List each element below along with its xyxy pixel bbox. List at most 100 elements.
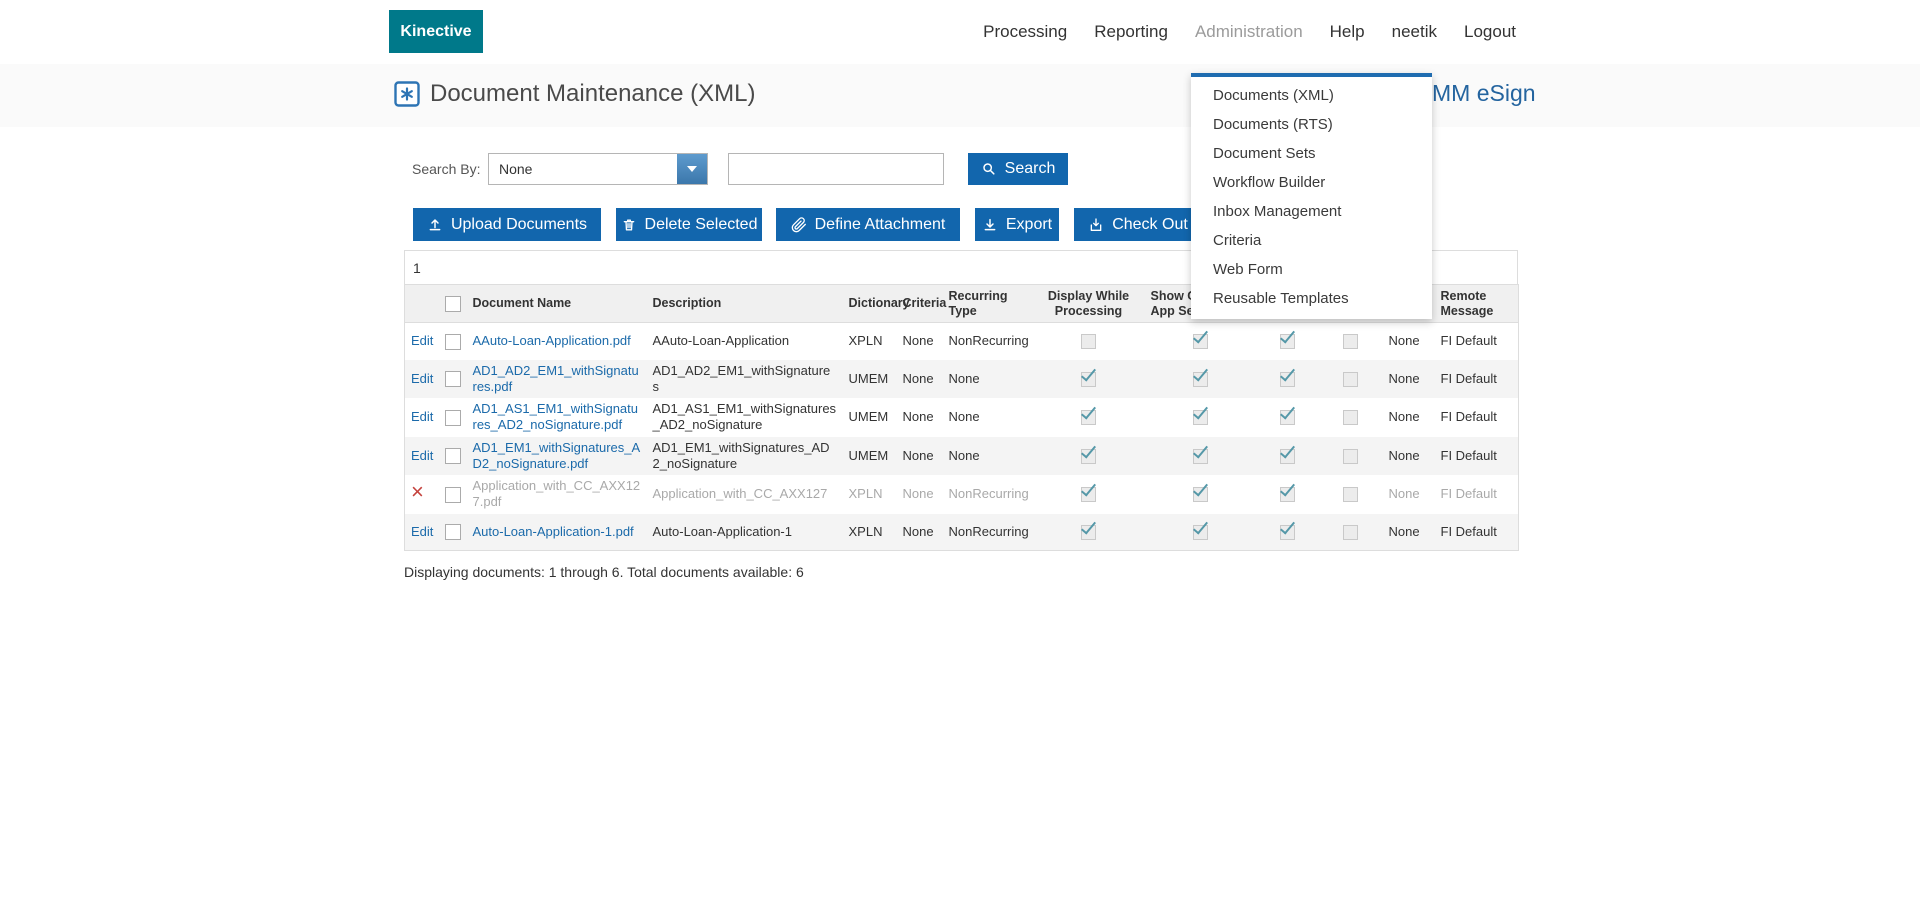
status-cell: None <box>1383 398 1435 437</box>
checked-icon <box>1081 372 1096 387</box>
check-out-button[interactable]: Check Out <box>1074 208 1202 241</box>
edit-link[interactable]: Edit <box>411 333 433 348</box>
menu-item-inbox-management[interactable]: Inbox Management <box>1191 197 1432 226</box>
page-number[interactable]: 1 <box>413 260 421 276</box>
page-title: Document Maintenance (XML) <box>430 80 755 108</box>
define-attachment-label: Define Attachment <box>815 216 946 234</box>
nav-user-neetik[interactable]: neetik <box>1392 22 1437 42</box>
delete-selected-button[interactable]: Delete Selected <box>616 208 762 241</box>
col-header-criteria: Criteria <box>897 285 943 323</box>
unchecked-checkbox <box>1343 410 1358 425</box>
check-out-label: Check Out <box>1112 216 1188 234</box>
menu-item-web-form[interactable]: Web Form <box>1191 255 1432 284</box>
menu-item-document-sets[interactable]: Document Sets <box>1191 139 1432 168</box>
nav-processing[interactable]: Processing <box>983 22 1067 42</box>
esign-brand: MM eSign <box>1432 80 1536 107</box>
checked-icon <box>1193 525 1208 540</box>
checked-icon <box>1193 372 1208 387</box>
description-cell: AD1_AD2_EM1_withSignatures <box>647 360 843 399</box>
row-checkbox[interactable] <box>445 448 461 464</box>
col-header-document-name: Document Name <box>467 285 647 323</box>
dictionary-cell: XPLN <box>843 514 897 551</box>
checked-icon <box>1280 410 1295 425</box>
recurring-type-cell: NonRecurring <box>943 475 1033 514</box>
menu-item-documents-xml[interactable]: Documents (XML) <box>1191 81 1432 110</box>
col-header-select <box>439 285 467 323</box>
edit-link[interactable]: Edit <box>411 448 433 463</box>
upload-documents-button[interactable]: Upload Documents <box>413 208 601 241</box>
dictionary-cell: UMEM <box>843 360 897 399</box>
col-header-recurring-type: Recurring Type <box>943 285 1033 323</box>
unchecked-checkbox <box>1343 525 1358 540</box>
search-input[interactable] <box>728 153 944 185</box>
criteria-cell: None <box>897 475 943 514</box>
select-all-checkbox[interactable] <box>445 296 461 312</box>
menu-item-reusable-templates[interactable]: Reusable Templates <box>1191 284 1432 313</box>
description-cell: Application_with_CC_AXX127 <box>647 475 843 514</box>
document-name-link[interactable]: AD1_EM1_withSignatures_AD2_noSignature.p… <box>473 440 641 471</box>
checked-icon <box>1081 449 1096 464</box>
row-checkbox[interactable] <box>445 524 461 540</box>
checked-icon <box>1081 525 1096 540</box>
recurring-type-cell: None <box>943 360 1033 399</box>
menu-accent-bar <box>1191 73 1432 77</box>
row-checkbox[interactable] <box>445 487 461 503</box>
table-body: Edit AAuto-Loan-Application.pdf AAuto-Loan… <box>405 323 1519 551</box>
search-button[interactable]: Search <box>968 153 1068 185</box>
nav-reporting[interactable]: Reporting <box>1094 22 1168 42</box>
menu-item-documents-rts[interactable]: Documents (RTS) <box>1191 110 1432 139</box>
unchecked-checkbox <box>1081 334 1096 349</box>
checked-icon <box>1081 410 1096 425</box>
row-checkbox[interactable] <box>445 410 461 426</box>
document-name-link[interactable]: AD1_AS1_EM1_withSignatures_AD2_noSignatu… <box>473 401 639 432</box>
document-name-link[interactable]: AD1_AD2_EM1_withSignatures.pdf <box>473 363 639 394</box>
edit-link[interactable]: Edit <box>411 409 433 424</box>
status-cell: None <box>1383 437 1435 476</box>
criteria-cell: None <box>897 398 943 437</box>
upload-documents-label: Upload Documents <box>451 216 587 234</box>
xml-document-icon <box>394 81 420 107</box>
search-by-select[interactable]: None <box>488 153 708 185</box>
menu-item-workflow-builder[interactable]: Workflow Builder <box>1191 168 1432 197</box>
col-header-remote-message: Remote Message <box>1435 285 1519 323</box>
edit-link[interactable]: Edit <box>411 371 433 386</box>
upload-icon <box>427 217 443 233</box>
nav-logout[interactable]: Logout <box>1464 22 1516 42</box>
checkout-icon <box>1088 217 1104 233</box>
document-name-link[interactable]: AAuto-Loan-Application.pdf <box>473 333 631 348</box>
description-cell: AD1_AS1_EM1_withSignatures_AD2_noSignatu… <box>647 398 843 437</box>
document-name-link[interactable]: Auto-Loan-Application-1.pdf <box>473 524 634 539</box>
chevron-down-icon[interactable] <box>677 154 707 184</box>
checked-icon <box>1193 410 1208 425</box>
paperclip-icon <box>791 217 807 233</box>
dictionary-cell: UMEM <box>843 437 897 476</box>
edit-link[interactable]: Edit <box>411 524 433 539</box>
download-icon <box>982 217 998 233</box>
row-checkbox[interactable] <box>445 371 461 387</box>
checked-icon <box>1193 449 1208 464</box>
export-button[interactable]: Export <box>975 208 1059 241</box>
col-header-action <box>405 285 439 323</box>
nav-administration[interactable]: Administration <box>1195 22 1303 42</box>
col-header-dictionary: Dictionary <box>843 285 897 323</box>
document-name-link[interactable]: Application_with_CC_AXX127.pdf <box>473 478 641 509</box>
dictionary-cell: XPLN <box>843 475 897 514</box>
kinective-logo[interactable]: Kinective <box>389 10 483 53</box>
define-attachment-button[interactable]: Define Attachment <box>776 208 960 241</box>
administration-menu: Documents (XML) Documents (RTS) Document… <box>1191 73 1432 319</box>
menu-item-criteria[interactable]: Criteria <box>1191 226 1432 255</box>
table-row: Edit AD1_AD2_EM1_withSignatures.pdf AD1_AD… <box>405 360 1519 399</box>
status-cell: None <box>1383 360 1435 399</box>
checked-icon <box>1280 372 1295 387</box>
checked-icon <box>1193 487 1208 502</box>
table-row: Edit Auto-Loan-Application-1.pdf Auto-Loan… <box>405 514 1519 551</box>
description-cell: Auto-Loan-Application-1 <box>647 514 843 551</box>
trash-icon <box>621 217 637 233</box>
remote-message-cell: FI Default <box>1435 398 1519 437</box>
row-checkbox[interactable] <box>445 334 461 350</box>
dictionary-cell: UMEM <box>843 398 897 437</box>
criteria-cell: None <box>897 360 943 399</box>
checked-icon <box>1280 525 1295 540</box>
description-cell: AAuto-Loan-Application <box>647 323 843 360</box>
nav-help[interactable]: Help <box>1330 22 1365 42</box>
